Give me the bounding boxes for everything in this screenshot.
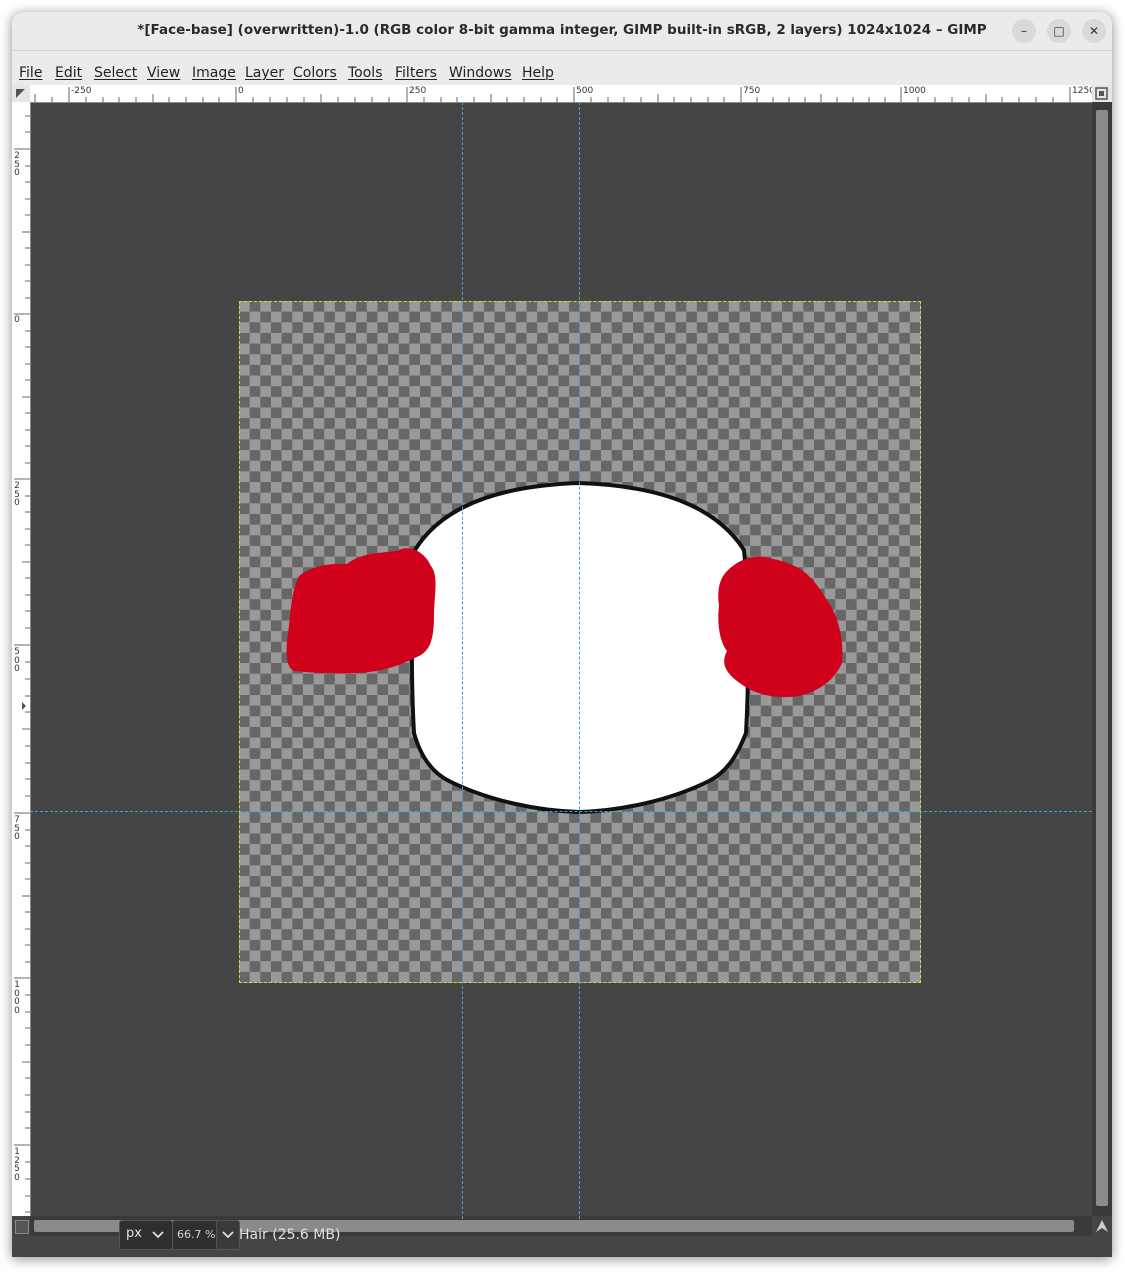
menu-bar: File Edit Select View Image Layer Colors… [12,50,1112,86]
left-hair-tuft [286,548,436,674]
close-button[interactable]: ✕ [1082,19,1106,43]
right-hair-tuft [718,556,843,698]
title-bar: *[Face-base] (overwritten)-1.0 (RGB colo… [12,12,1112,50]
window-title: *[Face-base] (overwritten)-1.0 (RGB colo… [137,22,987,38]
menu-file[interactable]: File [19,65,42,81]
minimize-button[interactable]: – [1012,19,1036,43]
zoom-value: 66.7 % [177,1228,216,1241]
unit-value: px [126,1226,142,1241]
menu-tools[interactable]: Tools [348,65,383,81]
maximize-button[interactable]: □ [1047,19,1071,43]
vertical-guide[interactable] [579,102,580,1219]
ruler-label: 250 [14,481,20,508]
gimp-window: *[Face-base] (overwritten)-1.0 (RGB colo… [12,12,1112,1257]
navigate-icon [1095,87,1108,100]
ruler-label: 0 [238,86,244,96]
vertical-scroll-thumb[interactable] [1096,110,1108,1206]
ruler-label: -250 [71,86,92,96]
menu-image[interactable]: Image [192,65,236,81]
horizontal-ruler[interactable]: -250 0 250 500 750 1000 1250 [30,85,1095,103]
horizontal-ruler-ticks [34,87,1071,102]
image-layers [286,480,843,815]
navigate-button[interactable] [1092,85,1112,102]
ruler-label: 750 [14,815,20,842]
chevron-down-icon [152,1231,164,1239]
ruler-label: 750 [743,86,761,96]
menu-select[interactable]: Select [94,65,137,81]
menu-filters[interactable]: Filters [395,65,437,81]
ruler-label: 250 [409,86,427,96]
pointer-arrow-icon [16,89,25,98]
ruler-label: 500 [576,86,594,96]
ruler-label: 1250 [14,1147,20,1183]
menu-help[interactable]: Help [522,65,554,81]
ruler-corner[interactable] [12,85,31,103]
ruler-label: 500 [14,647,20,674]
menu-edit[interactable]: Edit [55,65,82,81]
vertical-scrollbar[interactable] [1092,102,1112,1216]
zoom-arrow-icon [1096,1220,1108,1232]
menu-windows[interactable]: Windows [449,65,512,81]
ruler-label: 1000 [14,980,20,1016]
ruler-label: 250 [14,151,20,178]
vertical-guide[interactable] [462,102,463,1219]
menu-layer[interactable]: Layer [245,65,284,81]
layer-status: Hair (25.6 MB) [239,1227,341,1243]
menu-view[interactable]: View [147,65,180,81]
menu-colors[interactable]: Colors [293,65,337,81]
ruler-label: 1000 [903,86,926,96]
ruler-label: 0 [14,315,20,325]
unit-selector[interactable]: px [119,1220,173,1250]
zoom-dropdown[interactable] [216,1220,240,1250]
chevron-down-icon [222,1231,234,1239]
horizontal-guide[interactable] [30,811,1092,812]
vertical-ruler[interactable]: 250 0 250 500 750 1000 1250 [12,102,31,1216]
zoom-image-button[interactable] [1094,1218,1110,1234]
quick-mask-toggle[interactable] [15,1220,29,1234]
